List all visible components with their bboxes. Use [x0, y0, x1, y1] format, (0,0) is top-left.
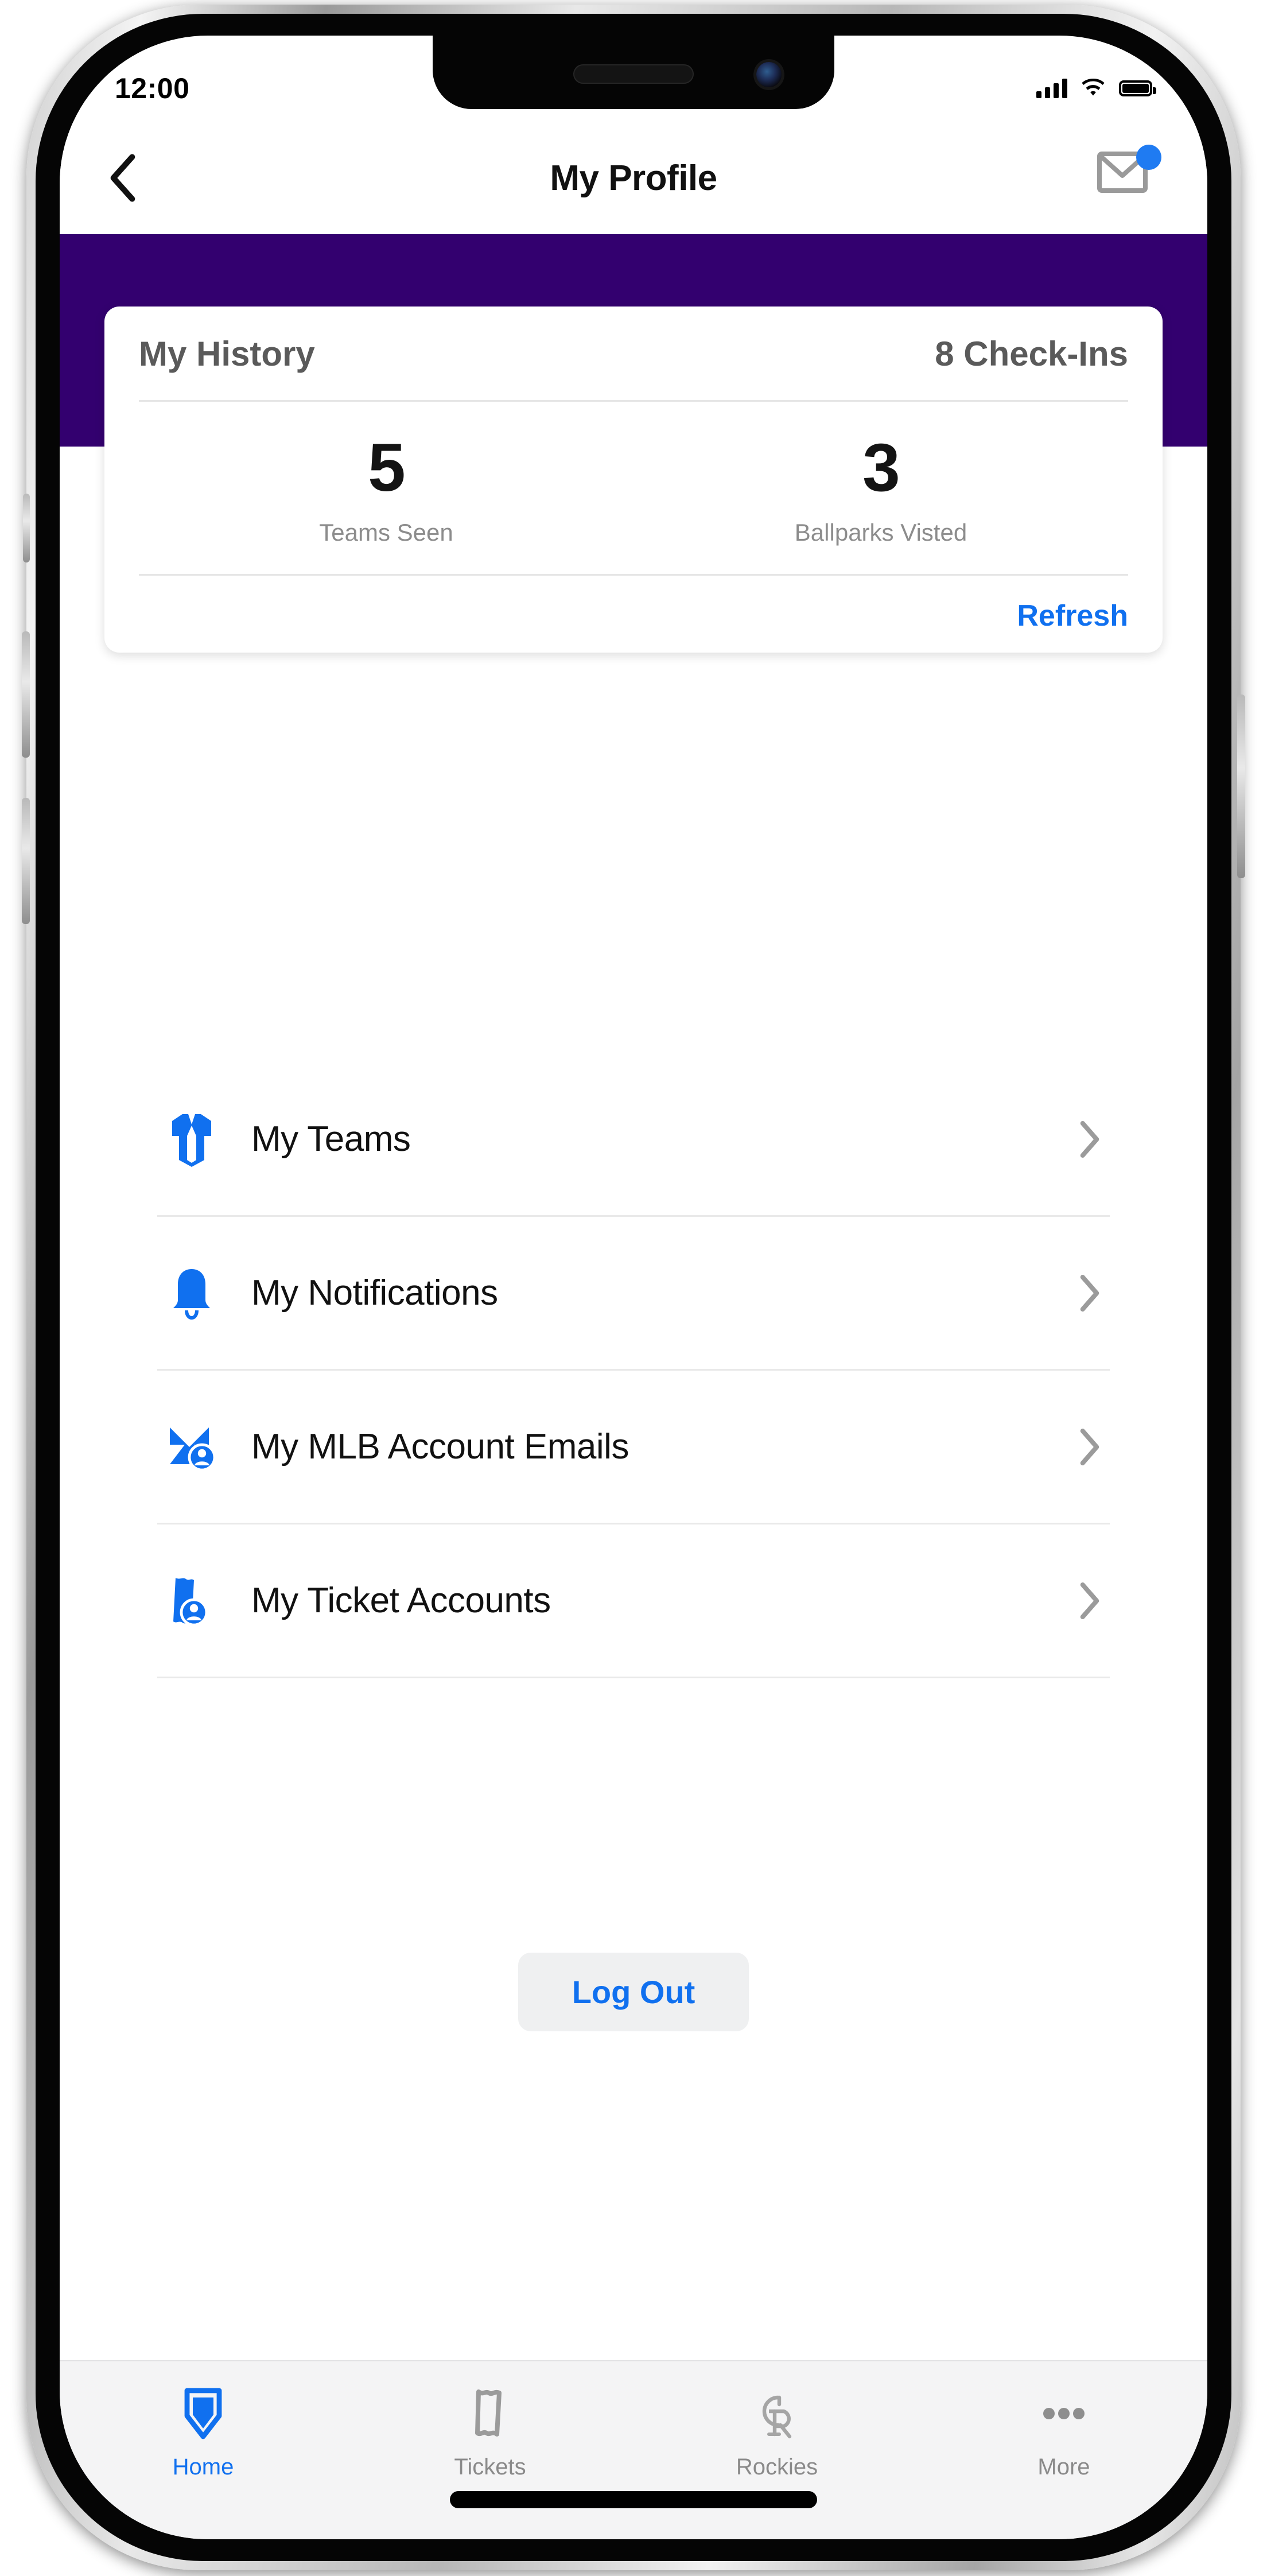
menu-item-my-notifications[interactable]: My Notifications — [157, 1217, 1110, 1371]
stat-value: 3 — [862, 430, 900, 506]
tab-home[interactable]: Home — [60, 2382, 347, 2480]
earpiece-speaker-icon — [573, 64, 694, 84]
history-card-title: My History — [139, 335, 315, 373]
tab-rockies[interactable]: Rockies — [634, 2382, 920, 2480]
unread-badge — [1136, 145, 1161, 170]
ellipsis-icon — [1036, 2382, 1091, 2445]
tab-tickets[interactable]: Tickets — [347, 2382, 634, 2480]
status-bar-indicators — [1036, 79, 1156, 98]
history-stats-row: 5 Teams Seen 3 Ballparks Visted — [139, 402, 1128, 574]
tab-label: Home — [172, 2454, 234, 2480]
navigation-bar: My Profile — [60, 122, 1207, 234]
stat-ballparks-visited: 3 Ballparks Visted — [634, 434, 1128, 546]
refresh-row: Refresh — [139, 576, 1128, 633]
tab-more[interactable]: More — [920, 2382, 1207, 2480]
silent-switch-button[interactable] — [23, 494, 30, 562]
device-notch — [433, 36, 834, 109]
chevron-right-icon — [1080, 1428, 1099, 1465]
logout-row: Log Out — [60, 1953, 1207, 2031]
battery-full-icon — [1119, 80, 1156, 96]
stat-value: 5 — [368, 430, 406, 506]
page-title: My Profile — [550, 158, 717, 198]
menu-item-my-teams[interactable]: My Teams — [157, 1063, 1110, 1217]
check-ins-count: 8 Check-Ins — [935, 335, 1128, 373]
signal-bars-icon — [1036, 79, 1067, 98]
screenshot-stage: 12:00 My Profile My History 8 Check-Ins … — [0, 0, 1267, 2576]
stat-label: Ballparks Visted — [794, 519, 967, 546]
rockies-cr-logo-icon — [748, 2382, 806, 2445]
tab-label: Rockies — [736, 2454, 818, 2480]
menu-item-label: My Ticket Accounts — [251, 1581, 551, 1620]
stat-label: Teams Seen — [319, 519, 453, 546]
ticket-person-icon — [157, 1566, 226, 1635]
tab-label: Tickets — [454, 2454, 526, 2480]
menu-item-label: My Notifications — [251, 1273, 498, 1313]
home-indicator[interactable] — [450, 2491, 817, 2508]
phone-screen: 12:00 My Profile My History 8 Check-Ins … — [60, 36, 1207, 2539]
status-bar-time: 12:00 — [115, 72, 190, 104]
bottom-tab-bar: Home Tickets Rockies More — [60, 2360, 1207, 2539]
menu-item-my-mlb-account-emails[interactable]: My MLB Account Emails — [157, 1371, 1110, 1524]
history-card-header: My History 8 Check-Ins — [139, 334, 1128, 400]
menu-item-my-ticket-accounts[interactable]: My Ticket Accounts — [157, 1524, 1110, 1678]
profile-menu-list: My Teams My Notifications My MLB Account… — [60, 1063, 1207, 1678]
chevron-right-icon — [1080, 1274, 1099, 1312]
ticket-icon — [468, 2382, 512, 2445]
envelope-person-icon — [157, 1413, 226, 1481]
volume-down-button[interactable] — [22, 798, 30, 924]
chevron-right-icon — [1080, 1120, 1099, 1158]
power-button[interactable] — [1237, 695, 1245, 878]
menu-item-label: My Teams — [251, 1119, 411, 1159]
my-history-card: My History 8 Check-Ins 5 Teams Seen 3 Ba… — [104, 307, 1163, 653]
stat-teams-seen: 5 Teams Seen — [139, 434, 634, 546]
home-plate-icon — [181, 2382, 225, 2445]
volume-up-button[interactable] — [22, 631, 30, 758]
front-camera-icon — [756, 62, 782, 87]
chevron-right-icon — [1080, 1582, 1099, 1619]
logout-button[interactable]: Log Out — [518, 1953, 749, 2031]
menu-item-label: My MLB Account Emails — [251, 1427, 629, 1467]
tab-label: More — [1037, 2454, 1090, 2480]
jersey-icon — [157, 1105, 226, 1174]
bell-icon — [157, 1259, 226, 1328]
wifi-icon — [1082, 79, 1105, 96]
inbox-button[interactable] — [1096, 145, 1161, 207]
refresh-button[interactable]: Refresh — [1017, 599, 1128, 633]
